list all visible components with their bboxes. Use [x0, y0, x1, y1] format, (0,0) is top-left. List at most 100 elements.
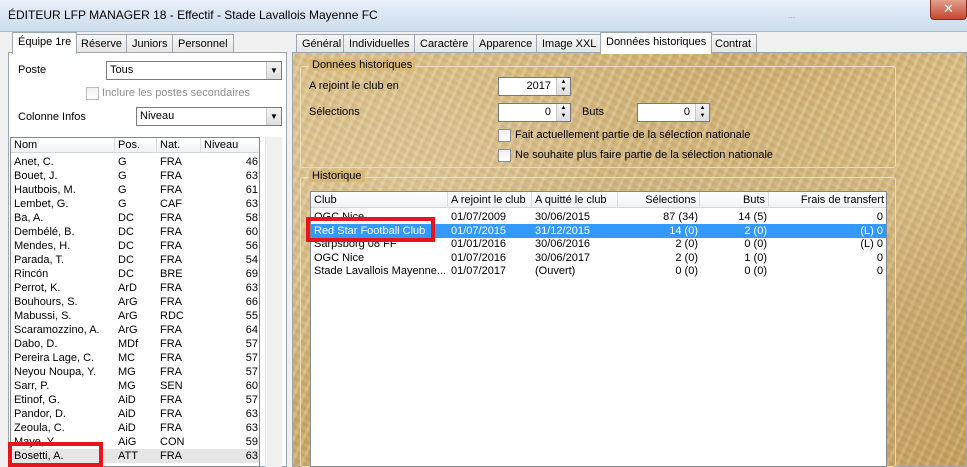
history-club: OGC Nice — [314, 211, 365, 223]
player-row[interactable]: Mendes, H. DC FRA 56 — [11, 239, 259, 253]
player-name: Mendes, H. — [14, 240, 71, 252]
spinner-buttons[interactable]: ▲ ▼ — [556, 104, 570, 121]
player-list[interactable]: Nom Pos. Nat. Niveau Anet, C. G FRA 46 Bouet… — [10, 137, 260, 467]
current-national-checkbox[interactable] — [498, 129, 511, 142]
player-position: MDf — [118, 338, 139, 350]
player-nationality: FRA — [160, 240, 182, 252]
player-row[interactable]: Ba, A. DC FRA 58 — [11, 211, 259, 225]
player-row[interactable]: Neyou Noupa, Y. MG FRA 57 — [11, 365, 259, 379]
selections-spinner[interactable]: 0 ▲ ▼ — [498, 103, 571, 122]
tab-individuelles[interactable]: Individuelles — [343, 34, 416, 54]
tab-contrat[interactable]: Contrat — [709, 34, 758, 54]
tab-personnel[interactable]: Personnel — [172, 34, 234, 54]
player-row[interactable]: Maye, Y. AiG CON 59 — [11, 435, 259, 449]
player-row[interactable]: Bouet, J. G FRA 63 — [11, 169, 259, 183]
player-row[interactable]: Scaramozzino, A. ArG FRA 64 — [11, 323, 259, 337]
joined-year-value: 2017 — [526, 80, 551, 92]
player-name: Sarr, P. — [14, 380, 50, 392]
player-row[interactable]: Pandor, D. AiD FRA 63 — [11, 407, 259, 421]
player-row[interactable]: Mabussi, S. ArG RDC 55 — [11, 309, 259, 323]
no-longer-national-checkbox[interactable] — [498, 149, 511, 162]
player-row[interactable]: Lembet, G. G CAF 63 — [11, 197, 259, 211]
buts-label: Buts — [582, 106, 605, 118]
buts-spinner[interactable]: 0 ▲ ▼ — [637, 103, 710, 122]
player-name: Scaramozzino, A. — [14, 324, 100, 336]
player-position: ArG — [118, 296, 138, 308]
history-table[interactable]: Club A rejoint le club A quitté le club … — [310, 191, 887, 467]
player-position: MC — [118, 352, 136, 364]
tab-general[interactable]: Général — [296, 34, 348, 54]
tab-juniors[interactable]: Juniors — [126, 34, 174, 54]
history-left: (Ouvert) — [535, 265, 576, 277]
player-position: AiG — [118, 436, 137, 448]
tab-reserve[interactable]: Réserve — [75, 34, 128, 54]
player-row[interactable]: Zeoula, C. AiD FRA 63 — [11, 421, 259, 435]
player-name: Lembet, G. — [14, 198, 69, 210]
player-name: Neyou Noupa, Y. — [14, 366, 97, 378]
column-header-club[interactable]: Club — [311, 192, 448, 208]
history-joined: 01/07/2017 — [451, 265, 507, 277]
player-position: DC — [118, 240, 134, 252]
player-row[interactable]: Sarr, P. MG SEN 60 — [11, 379, 259, 393]
history-row[interactable]: OGC Nice 01/07/2009 30/06/2015 87 (34) 14 (5… — [311, 210, 886, 224]
player-row[interactable]: Bosetti, A. ATT FRA 63 — [11, 449, 259, 463]
player-row[interactable]: Dembélé, B. DC FRA 60 — [11, 225, 259, 239]
column-header-transfer-fee[interactable]: Frais de transfert — [769, 192, 886, 208]
column-header-selections[interactable]: Sélections — [618, 192, 700, 208]
tab-image-xxl[interactable]: Image XXL — [536, 34, 603, 54]
poste-dropdown[interactable]: Tous ▼ — [106, 61, 282, 80]
history-row[interactable]: Sarpsborg 08 FF 01/01/2016 30/06/2016 2 (0)… — [311, 237, 886, 251]
faded-title-text: ... — [788, 10, 796, 20]
player-row[interactable]: Anet, C. G FRA 46 — [11, 155, 259, 169]
column-header-nom[interactable]: Nom — [11, 138, 115, 153]
down-icon: ▼ — [560, 87, 567, 93]
player-row[interactable]: Hautbois, M. G FRA 61 — [11, 183, 259, 197]
column-header-nat[interactable]: Nat. — [157, 138, 201, 153]
history-row[interactable]: Red Star Football Club 01/07/2015 31/12/20… — [311, 223, 886, 238]
player-position: G — [118, 170, 127, 182]
player-name: Pandor, D. — [14, 408, 66, 420]
history-joined: 01/07/2015 — [451, 224, 507, 237]
player-row[interactable]: Dabo, D. MDf FRA 57 — [11, 337, 259, 351]
player-level: 63 — [245, 450, 258, 462]
history-row[interactable]: OGC Nice 01/07/2016 30/06/2017 2 (0) 1 (0) 0 — [311, 251, 886, 265]
history-row[interactable]: Stade Lavallois Mayenne... 01/07/2017 (Ouv… — [311, 264, 886, 278]
player-row[interactable]: Bouhours, S. ArG FRA 66 — [11, 295, 259, 309]
player-name: Bosetti, A. — [14, 450, 64, 462]
player-row[interactable]: Etinof, G. AiD FRA 57 — [11, 393, 259, 407]
history-left: 31/12/2015 — [535, 224, 591, 237]
close-button[interactable]: ✕ — [930, 0, 967, 20]
tab-apparence[interactable]: Apparence — [473, 34, 539, 54]
colonne-infos-dropdown[interactable]: Niveau ▼ — [136, 107, 282, 126]
player-level: 55 — [245, 310, 258, 322]
history-goals: 1 (0) — [744, 251, 767, 264]
tab-donnees-historiques[interactable]: Données historiques — [600, 32, 713, 54]
column-header-pos[interactable]: Pos. — [115, 138, 157, 153]
chevron-down-icon[interactable]: ▼ — [266, 108, 281, 125]
tab-equipe-1re[interactable]: Équipe 1re — [12, 32, 78, 54]
player-level: 57 — [245, 366, 258, 378]
player-list-scrollbar[interactable] — [265, 137, 282, 467]
player-level: 63 — [245, 422, 258, 434]
history-selections: 87 (34) — [663, 211, 698, 223]
column-header-joined[interactable]: A rejoint le club — [448, 192, 532, 208]
column-header-buts[interactable]: Buts — [700, 192, 769, 208]
player-name: Rincón — [14, 268, 49, 280]
player-position: DC — [118, 268, 134, 280]
spinner-buttons[interactable]: ▲ ▼ — [695, 104, 709, 121]
player-row[interactable]: Parada, T. DC FRA 54 — [11, 253, 259, 267]
player-row[interactable]: Pereira Lage, C. MC FRA 57 — [11, 351, 259, 365]
player-position: ArG — [118, 310, 138, 322]
joined-year-spinner[interactable]: 2017 ▲ ▼ — [498, 77, 571, 96]
column-header-niveau[interactable]: Niveau — [201, 138, 259, 153]
selections-value: 0 — [544, 106, 551, 118]
player-row[interactable]: Rincón DC BRE 69 — [11, 267, 259, 281]
column-header-left[interactable]: A quitté le club — [532, 192, 618, 208]
up-icon: ▲ — [560, 105, 567, 111]
history-goals: 0 (0) — [744, 265, 767, 277]
tab-caractere[interactable]: Caractère — [414, 34, 475, 54]
secondary-positions-checkbox[interactable] — [86, 87, 99, 100]
spinner-buttons[interactable]: ▲ ▼ — [556, 78, 570, 95]
player-row[interactable]: Perrot, K. ArD FRA 63 — [11, 281, 259, 295]
chevron-down-icon[interactable]: ▼ — [266, 62, 281, 79]
